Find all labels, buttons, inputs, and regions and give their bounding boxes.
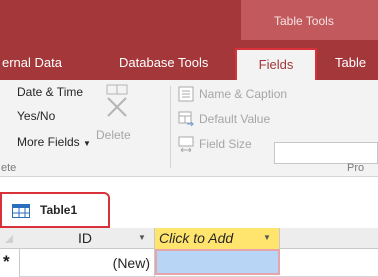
delete-column-icon[interactable] <box>102 84 132 124</box>
delete-button-label: Delete <box>96 128 131 142</box>
access-window: Table Tools ernal Data Database Tools Fi… <box>0 0 378 277</box>
table-icon <box>12 204 30 218</box>
click-to-add-column-header[interactable]: Click to Add ▼ <box>155 228 280 249</box>
more-fields-button[interactable]: More Fields ▼ <box>17 135 91 149</box>
tab-fields[interactable]: Fields <box>235 48 317 80</box>
table1-tab-label: Table1 <box>40 203 78 217</box>
id-column-header[interactable]: ID ▼ <box>0 228 155 249</box>
title-bar: Table Tools <box>0 0 378 40</box>
name-caption-icon <box>178 86 194 102</box>
chevron-down-icon: ▼ <box>83 139 91 148</box>
tab-external-data[interactable]: ernal Data <box>2 55 62 70</box>
group-separator <box>170 86 171 168</box>
field-size-input[interactable] <box>274 142 378 164</box>
yes-no-button[interactable]: Yes/No <box>17 109 55 123</box>
add-delete-group-label: ete <box>1 162 17 174</box>
field-size-label: Field Size <box>199 137 252 151</box>
id-new-cell[interactable]: (New) <box>20 249 155 277</box>
click-to-add-label: Click to Add <box>159 230 234 246</box>
default-value-icon <box>178 111 194 127</box>
default-value-button[interactable]: Default Value <box>199 112 270 126</box>
id-column-label: ID <box>78 230 92 246</box>
table1-document-tab[interactable]: Table1 <box>0 192 110 228</box>
field-size-icon <box>178 136 194 153</box>
name-caption-button[interactable]: Name & Caption <box>199 87 287 101</box>
properties-group-label: Pro <box>347 162 365 174</box>
new-value: (New) <box>112 255 150 271</box>
tab-table[interactable]: Table <box>335 55 366 70</box>
table-tools-label: Table Tools <box>274 14 334 28</box>
chevron-down-icon[interactable]: ▼ <box>263 233 271 242</box>
new-record-asterisk-icon: * <box>3 252 10 271</box>
record-selector[interactable]: * <box>0 249 20 277</box>
tab-fields-label: Fields <box>258 57 294 72</box>
tab-database-tools[interactable]: Database Tools <box>119 55 208 70</box>
click-to-add-cell[interactable] <box>155 249 280 275</box>
date-time-button[interactable]: Date & Time <box>17 85 83 99</box>
more-fields-label: More Fields <box>17 135 80 149</box>
chevron-down-icon[interactable]: ▼ <box>138 233 146 242</box>
